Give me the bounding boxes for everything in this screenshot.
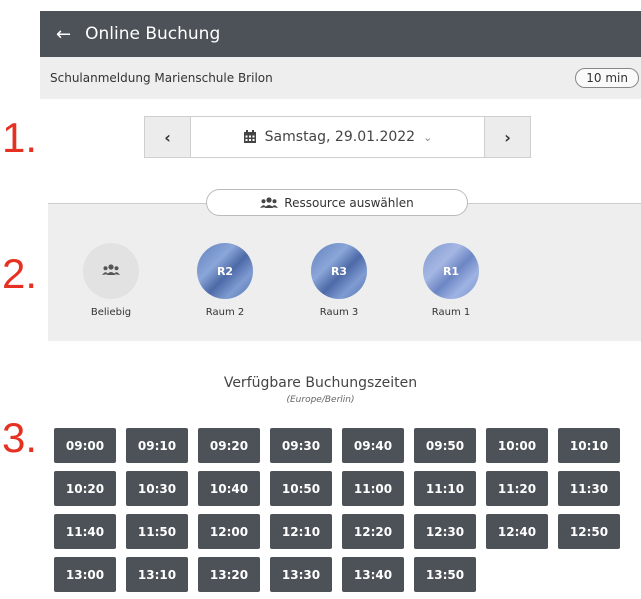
step-label-1: 1. xyxy=(2,114,38,161)
resource-name: Beliebig xyxy=(90,307,132,318)
selected-date: Samstag, 29.01.2022 xyxy=(264,129,416,145)
time-slot-button[interactable]: 09:20 xyxy=(198,428,260,463)
calendar-icon xyxy=(243,130,257,144)
resource-avatar xyxy=(83,243,139,299)
time-slot-button[interactable]: 09:10 xyxy=(126,428,188,463)
resource-option-raum-1[interactable]: R1 Raum 1 xyxy=(411,243,491,318)
page-title: Online Buchung xyxy=(85,24,221,44)
time-slot-button[interactable]: 10:10 xyxy=(558,428,620,463)
time-slot-button[interactable]: 10:30 xyxy=(126,471,188,506)
next-day-button[interactable]: › xyxy=(485,117,530,157)
time-slot-button[interactable]: 11:30 xyxy=(558,471,620,506)
time-slot-button[interactable]: 10:00 xyxy=(486,428,548,463)
time-slot-button[interactable]: 09:50 xyxy=(414,428,476,463)
resource-avatar: R3 xyxy=(311,243,367,299)
resource-name: Raum 2 xyxy=(205,307,245,318)
time-slot-button[interactable]: 12:50 xyxy=(558,514,620,549)
time-slot-button[interactable]: 11:10 xyxy=(414,471,476,506)
time-slot-button[interactable]: 13:20 xyxy=(198,557,260,592)
booking-subheader: Schulanmeldung Marienschule Brilon 10 mi… xyxy=(40,57,641,99)
resource-avatar: R2 xyxy=(197,243,253,299)
time-slot-button[interactable]: 11:50 xyxy=(126,514,188,549)
chevron-down-icon: ⌄ xyxy=(423,130,433,144)
resource-option-any[interactable]: Beliebig xyxy=(71,243,151,318)
time-slot-button[interactable]: 10:20 xyxy=(54,471,116,506)
time-slot-button[interactable]: 11:00 xyxy=(342,471,404,506)
resource-name: Raum 1 xyxy=(431,307,471,318)
step-label-2: 2. xyxy=(2,250,38,297)
time-slot-button[interactable]: 13:30 xyxy=(270,557,332,592)
time-slot-button[interactable]: 12:10 xyxy=(270,514,332,549)
arrow-left-icon[interactable]: ← xyxy=(56,24,71,45)
users-icon xyxy=(260,196,279,209)
time-slot-button[interactable]: 09:30 xyxy=(270,428,332,463)
time-slot-button[interactable]: 13:10 xyxy=(126,557,188,592)
time-slot-button[interactable]: 10:50 xyxy=(270,471,332,506)
users-icon xyxy=(102,263,120,279)
time-slot-grid: 09:00 09:10 09:20 09:30 09:40 09:50 10:00 10:10… xyxy=(54,428,620,592)
time-slot-button[interactable]: 09:40 xyxy=(342,428,404,463)
time-slot-button[interactable]: 11:40 xyxy=(54,514,116,549)
slots-timezone: (Europe/Berlin) xyxy=(286,395,355,405)
slots-heading: Verfügbare Buchungszeiten xyxy=(223,375,418,391)
school-name: Schulanmeldung Marienschule Brilon xyxy=(50,71,273,85)
time-slot-button[interactable]: 12:00 xyxy=(198,514,260,549)
time-slot-button[interactable]: 12:20 xyxy=(342,514,404,549)
select-resource-button[interactable]: Ressource auswählen xyxy=(206,189,468,216)
resource-option-raum-2[interactable]: R2 Raum 2 xyxy=(185,243,265,318)
select-resource-label: Ressource auswählen xyxy=(284,195,414,210)
time-slot-button[interactable]: 11:20 xyxy=(486,471,548,506)
duration-badge: 10 min xyxy=(575,68,639,88)
chevron-left-icon: ‹ xyxy=(164,127,171,147)
time-slot-button[interactable]: 13:00 xyxy=(54,557,116,592)
resource-avatar: R1 xyxy=(423,243,479,299)
resource-option-raum-3[interactable]: R3 Raum 3 xyxy=(299,243,379,318)
time-slot-button[interactable]: 12:30 xyxy=(414,514,476,549)
prev-day-button[interactable]: ‹ xyxy=(145,117,190,157)
time-slot-button[interactable]: 13:40 xyxy=(342,557,404,592)
app-header: ← Online Buchung xyxy=(40,11,641,57)
time-slot-button[interactable]: 12:40 xyxy=(486,514,548,549)
resource-name: Raum 3 xyxy=(319,307,359,318)
date-picker: ‹ Samstag, 29.01.2022 ⌄ › xyxy=(144,116,531,158)
chevron-right-icon: › xyxy=(504,127,511,147)
time-slot-button[interactable]: 13:50 xyxy=(414,557,476,592)
time-slot-button[interactable]: 09:00 xyxy=(54,428,116,463)
date-select[interactable]: Samstag, 29.01.2022 ⌄ xyxy=(190,117,485,157)
step-label-3: 3. xyxy=(2,414,38,461)
time-slot-button[interactable]: 10:40 xyxy=(198,471,260,506)
